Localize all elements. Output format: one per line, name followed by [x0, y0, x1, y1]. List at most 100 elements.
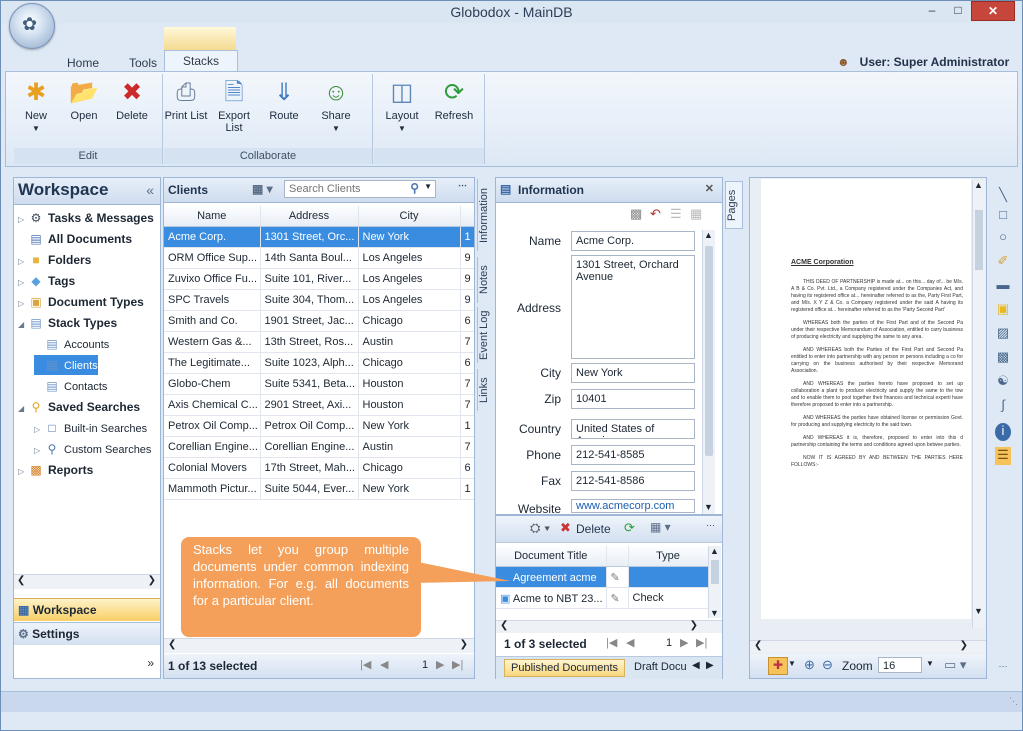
search-icon[interactable]: ⚲	[410, 181, 419, 195]
viewer-horizontal-scrollbar[interactable]: ❮ ❯	[750, 640, 986, 653]
expand-toggle-icon[interactable]: ▷	[18, 273, 28, 293]
table-row[interactable]: ▣ Agreement acme ✎	[496, 566, 708, 588]
first-page-icon[interactable]: |◀	[360, 658, 371, 671]
layout-button[interactable]: ◫ Layout ▼	[380, 78, 424, 134]
close-button[interactable]: ✕	[971, 1, 1015, 21]
side-tab[interactable]: Event Log	[477, 307, 494, 363]
annotation-list-icon[interactable]: ☰	[995, 447, 1011, 465]
search-options-icon[interactable]: ▼	[424, 182, 432, 191]
workspace-item[interactable]: ▤ Clients	[34, 355, 98, 375]
rectangle-tool-icon[interactable]: □	[993, 207, 1013, 225]
pan-tool-icon[interactable]: ✚	[768, 657, 788, 675]
documents-scrollbar[interactable]: ▲ ▼	[708, 546, 721, 618]
tab-draft-documents[interactable]: Draft Docu	[634, 661, 687, 673]
workspace-collapse-button[interactable]: «	[146, 182, 154, 198]
workspace-item[interactable]: ▷ ⚙ Tasks & Messages	[18, 208, 154, 228]
save-icon[interactable]: ▩	[630, 206, 642, 222]
export-list-button[interactable]: 🗎 Export List	[212, 78, 256, 134]
edit-document-icon[interactable]: ✎	[611, 572, 620, 584]
line-tool-icon[interactable]: ╲	[993, 187, 1013, 205]
tab-home[interactable]: Home	[67, 53, 99, 73]
workspace-item[interactable]: ▷ ■ Folders	[18, 250, 91, 270]
workspace-item[interactable]: ▷ ⚲ Custom Searches	[34, 439, 151, 459]
route-button[interactable]: ⇓ Route	[262, 78, 306, 122]
undo-icon[interactable]: ↶	[650, 206, 661, 222]
expand-toggle-icon[interactable]: ▷	[18, 210, 28, 230]
table-row[interactable]: Western Gas &... 13th Street, Ros... Austi…	[164, 331, 474, 353]
table-row[interactable]: Corellian Engine... Corellian Engine... Au…	[164, 436, 474, 458]
side-tab[interactable]: Notes	[477, 257, 494, 303]
scroll-thumb[interactable]	[975, 210, 983, 270]
field-input[interactable]: New York	[571, 363, 695, 383]
workspace-item[interactable]: ▤ Contacts	[34, 376, 107, 396]
field-input[interactable]: 10401	[571, 389, 695, 409]
column-header[interactable]	[460, 206, 474, 227]
delete-document-label[interactable]: Delete	[576, 522, 611, 536]
clients-search-box[interactable]: ⚲ ▼	[284, 180, 436, 198]
close-pane-icon[interactable]: ✕	[705, 182, 714, 195]
clients-search-input[interactable]	[285, 181, 401, 197]
table-cell[interactable]: ✎	[606, 566, 629, 588]
side-tab[interactable]: Links	[477, 369, 494, 411]
toolstrip-overflow-icon[interactable]: ⋯	[993, 661, 1013, 679]
expand-toggle-icon[interactable]: ▷	[18, 294, 28, 314]
share-button[interactable]: ☺ Share ▼	[314, 78, 358, 134]
expand-toggle-icon[interactable]: ◢	[18, 315, 28, 335]
table-row[interactable]: Mammoth Pictur... Suite 5044, Ever... New …	[164, 478, 474, 500]
pane-overflow-icon[interactable]: ⋯	[458, 180, 467, 191]
zoom-in-icon[interactable]: ⊕	[804, 657, 815, 673]
tab-published-documents[interactable]: Published Documents	[504, 659, 626, 677]
documents-overflow-icon[interactable]: ⋯	[706, 520, 715, 531]
scroll-thumb[interactable]	[705, 246, 713, 456]
view-switch-icon[interactable]: ▦ ▾	[252, 182, 273, 196]
expand-toggle-icon[interactable]: ▷	[34, 441, 44, 461]
column-header[interactable]: Address	[260, 206, 359, 227]
table-row[interactable]: Globo-Chem Suite 5341, Beta... Houston 7	[164, 373, 474, 395]
stamp-tool-icon[interactable]: ☯	[993, 373, 1013, 391]
documents-view-icon[interactable]: ▦ ▾	[650, 520, 671, 534]
table-row[interactable]: Axis Chemical C... 2901 Street, Axi... Hou…	[164, 394, 474, 416]
workspace-item[interactable]: ▷ ◆ Tags	[18, 271, 75, 291]
workspace-item[interactable]: ▤ All Documents	[18, 229, 132, 249]
tab-pages[interactable]: Pages	[725, 181, 743, 229]
information-scrollbar[interactable]: ▲ ▼	[702, 230, 715, 514]
highlighter-tool-icon[interactable]: ✐	[993, 253, 1013, 271]
next-page-icon[interactable]: ▶	[680, 636, 688, 649]
table-row[interactable]: Petrox Oil Comp... Petrox Oil Comp... New …	[164, 415, 474, 437]
open-button[interactable]: 📂 Open	[62, 78, 106, 122]
table-row[interactable]: Zuvixo Office Fu... Suite 101, River... Lo…	[164, 268, 474, 290]
column-header[interactable]: Type	[628, 546, 708, 567]
field-input[interactable]: 1301 Street, Orchard Avenue	[571, 255, 695, 359]
sticky-note-icon[interactable]: ▣	[993, 301, 1013, 319]
workspace-item[interactable]: ◢ ▤ Stack Types	[18, 313, 117, 333]
field-input[interactable]: www.acmecorp.com	[571, 499, 695, 513]
field-input[interactable]: United States of America	[571, 419, 695, 439]
workspace-horizontal-scrollbar[interactable]: ❮ ❯	[14, 574, 160, 589]
table-row[interactable]: ▣ Acme to NBT 23... ✎ Check	[496, 587, 708, 609]
annotation-info-icon[interactable]: i	[995, 423, 1011, 441]
grid-icon[interactable]: ▦	[690, 206, 702, 222]
column-header[interactable]: City	[358, 206, 461, 227]
maximize-button[interactable]: □	[945, 1, 971, 21]
workspace-item[interactable]: ▷ □ Built-in Searches	[34, 418, 147, 438]
expand-toggle-icon[interactable]: ▷	[18, 252, 28, 272]
expand-toggle-icon[interactable]: ◢	[18, 399, 28, 419]
side-tab[interactable]: Information	[477, 179, 494, 251]
zoom-out-icon[interactable]: ⊖	[822, 657, 833, 673]
fit-page-icon[interactable]: ▭ ▾	[944, 657, 966, 673]
application-menu-button[interactable]: ✿	[9, 3, 55, 49]
zoom-level-input[interactable]: 16	[878, 657, 922, 673]
table-row[interactable]: SPC Travels Suite 304, Thom... Los Angeles…	[164, 289, 474, 311]
field-input[interactable]: Acme Corp.	[571, 231, 695, 251]
minimize-button[interactable]: –	[919, 1, 945, 21]
tab-tools[interactable]: Tools	[129, 53, 157, 73]
first-page-icon[interactable]: |◀	[606, 636, 617, 649]
table-row[interactable]: Colonial Movers 17th Street, Mah... Chicag…	[164, 457, 474, 479]
expand-toggle-icon[interactable]: ▷	[18, 462, 28, 482]
column-header[interactable]: Name	[164, 206, 261, 227]
expand-toggle-icon[interactable]: ▷	[34, 420, 44, 440]
last-page-icon[interactable]: ▶|	[696, 636, 707, 649]
field-input[interactable]: 212-541-8586	[571, 471, 695, 491]
table-cell[interactable]: ✎	[606, 587, 629, 609]
table-row[interactable]: The Legitimate... Suite 1023, Alph... Chic…	[164, 352, 474, 374]
